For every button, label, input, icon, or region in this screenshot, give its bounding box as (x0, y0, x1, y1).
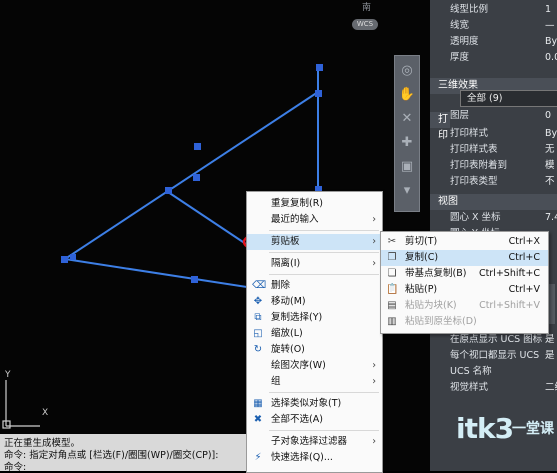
copy-base-icon: ❏ (387, 268, 397, 279)
menu-item-copy-select[interactable]: ⧉ 复制选择(Y) (247, 310, 382, 326)
prop-row[interactable]: 视觉样式 二维 (430, 380, 557, 396)
menu-item-group[interactable]: 组 › (247, 374, 382, 390)
steering-wheel-icon[interactable]: ◎ (398, 62, 416, 80)
clipboard-submenu: ✂ 剪切(T) Ctrl+X ❐ 复制(C) Ctrl+C ❏ 带基点复制(B) Ctrl+… (380, 231, 549, 334)
material-dropdown[interactable]: 全部 (9) (460, 90, 557, 107)
divider (269, 430, 379, 431)
prop-row[interactable]: 打印表附着到 模 (430, 158, 557, 174)
menu-item-subobject-filter[interactable]: 子对象选择过滤器 › (247, 434, 382, 450)
prop-row[interactable]: 每个视口都显示 UCS 是 (430, 348, 557, 364)
deselect-icon: ✖ (253, 414, 263, 425)
divider (269, 392, 379, 393)
paste-block-icon: ▤ (387, 300, 397, 311)
menu-item-quick-select[interactable]: ⚡ 快速选择(Q)... (247, 450, 382, 466)
paste-icon: 📋 (386, 284, 399, 295)
more-icon[interactable]: ▾ (398, 182, 416, 200)
menu-item-paste-orig[interactable]: ▥ 粘贴到原坐标(D) (381, 314, 548, 330)
menu-item-select-similar[interactable]: ▦ 选择类似对象(T) (247, 396, 382, 412)
menu-item-rotate[interactable]: ↻ 旋转(O) (247, 342, 382, 358)
divider (269, 252, 379, 253)
grip[interactable] (193, 174, 200, 181)
viewcube-label: 南 (362, 3, 372, 13)
section-view[interactable]: 视图 (430, 194, 557, 210)
showmotion-icon[interactable]: ▣ (398, 158, 416, 176)
prop-row[interactable]: 线宽 — (430, 18, 557, 34)
copy-select-icon: ⧉ (254, 312, 262, 323)
context-menu: 重复复制(R) 最近的输入 › 剪贴板 › 隔离(I) › ⌫ 删除 ✥ 移动(M) ⧉ 复… (246, 191, 383, 473)
menu-item-recent-input[interactable]: 最近的输入 › (247, 212, 382, 228)
ucs-y-label: Y (5, 370, 11, 380)
menu-item-isolate[interactable]: 隔离(I) › (247, 256, 382, 272)
menu-item-cut[interactable]: ✂ 剪切(T) Ctrl+X (381, 234, 548, 250)
paste-orig-icon: ▥ (387, 316, 397, 327)
prop-row[interactable]: 透明度 By (430, 34, 557, 50)
orbit-icon[interactable]: ✚ (398, 134, 416, 152)
command-line[interactable]: 正在重生成模型。 命令: 指定对角点或 [栏选(F)/圈围(WP)/圈交(CP)… (0, 434, 246, 473)
scale-icon: ◱ (253, 328, 263, 339)
prop-row[interactable]: 打印样式 By (430, 126, 557, 142)
prop-row[interactable]: 在原点显示 UCS 图标 是 (430, 332, 557, 348)
move-icon: ✥ (253, 296, 263, 307)
menu-item-deselect-all[interactable]: ✖ 全部不选(A) (247, 412, 382, 428)
menu-item-scale[interactable]: ◱ 缩放(L) (247, 326, 382, 342)
pan-icon[interactable]: ✋ (398, 86, 416, 104)
divider (269, 230, 379, 231)
grip[interactable] (194, 143, 201, 150)
grip[interactable] (191, 276, 198, 283)
quick-select-icon: ⚡ (254, 452, 262, 463)
menu-item-move[interactable]: ✥ 移动(M) (247, 294, 382, 310)
menu-item-draw-order[interactable]: 绘图次序(W) › (247, 358, 382, 374)
wcs-badge[interactable]: WCS (352, 19, 378, 30)
menu-item-copy[interactable]: ❐ 复制(C) Ctrl+C (381, 250, 548, 266)
zoom-icon[interactable]: ✕ (398, 110, 416, 128)
grip[interactable] (315, 90, 322, 97)
menu-item-erase[interactable]: ⌫ 删除 (247, 278, 382, 294)
watermark-suffix: 一堂课 (512, 421, 554, 437)
watermark-logo: itk3 (456, 412, 514, 445)
prop-row[interactable]: 厚度 0.0 (430, 50, 557, 66)
menu-item-paste-block[interactable]: ▤ 粘贴为块(K) Ctrl+Shift+V (381, 298, 548, 314)
ucs-x-label: X (42, 408, 49, 418)
scissors-icon: ✂ (387, 236, 397, 247)
menu-item-paste[interactable]: 📋 粘贴(P) Ctrl+V (381, 282, 548, 298)
rotate-icon: ↻ (253, 344, 263, 355)
navigation-bar: ◎ ✋ ✕ ✚ ▣ ▾ (394, 55, 420, 212)
menu-item-copy-base[interactable]: ❏ 带基点复制(B) Ctrl+Shift+C (381, 266, 548, 282)
menu-item-clipboard[interactable]: 剪贴板 › (247, 234, 382, 250)
prop-row[interactable]: 圆心 X 坐标 7.4 (430, 210, 557, 226)
grip[interactable] (165, 187, 172, 194)
grip[interactable] (70, 254, 76, 260)
grip[interactable] (61, 256, 68, 263)
menu-item-repeat-copy[interactable]: 重复复制(R) (247, 196, 382, 212)
prop-row[interactable]: UCS 名称 (430, 364, 557, 380)
eraser-icon: ⌫ (252, 280, 267, 291)
select-similar-icon: ▦ (253, 398, 263, 409)
prop-row[interactable]: 打印样式表 无 (430, 142, 557, 158)
prop-row[interactable]: 打印表类型 不 (430, 174, 557, 190)
command-history-line: 命令: 指定对角点或 [栏选(F)/圈围(WP)/圈交(CP)]: (4, 450, 219, 461)
copy-icon: ❐ (387, 252, 397, 263)
grip[interactable] (316, 64, 323, 71)
divider (269, 274, 379, 275)
prop-row[interactable]: 线型比例 1 (430, 2, 557, 18)
